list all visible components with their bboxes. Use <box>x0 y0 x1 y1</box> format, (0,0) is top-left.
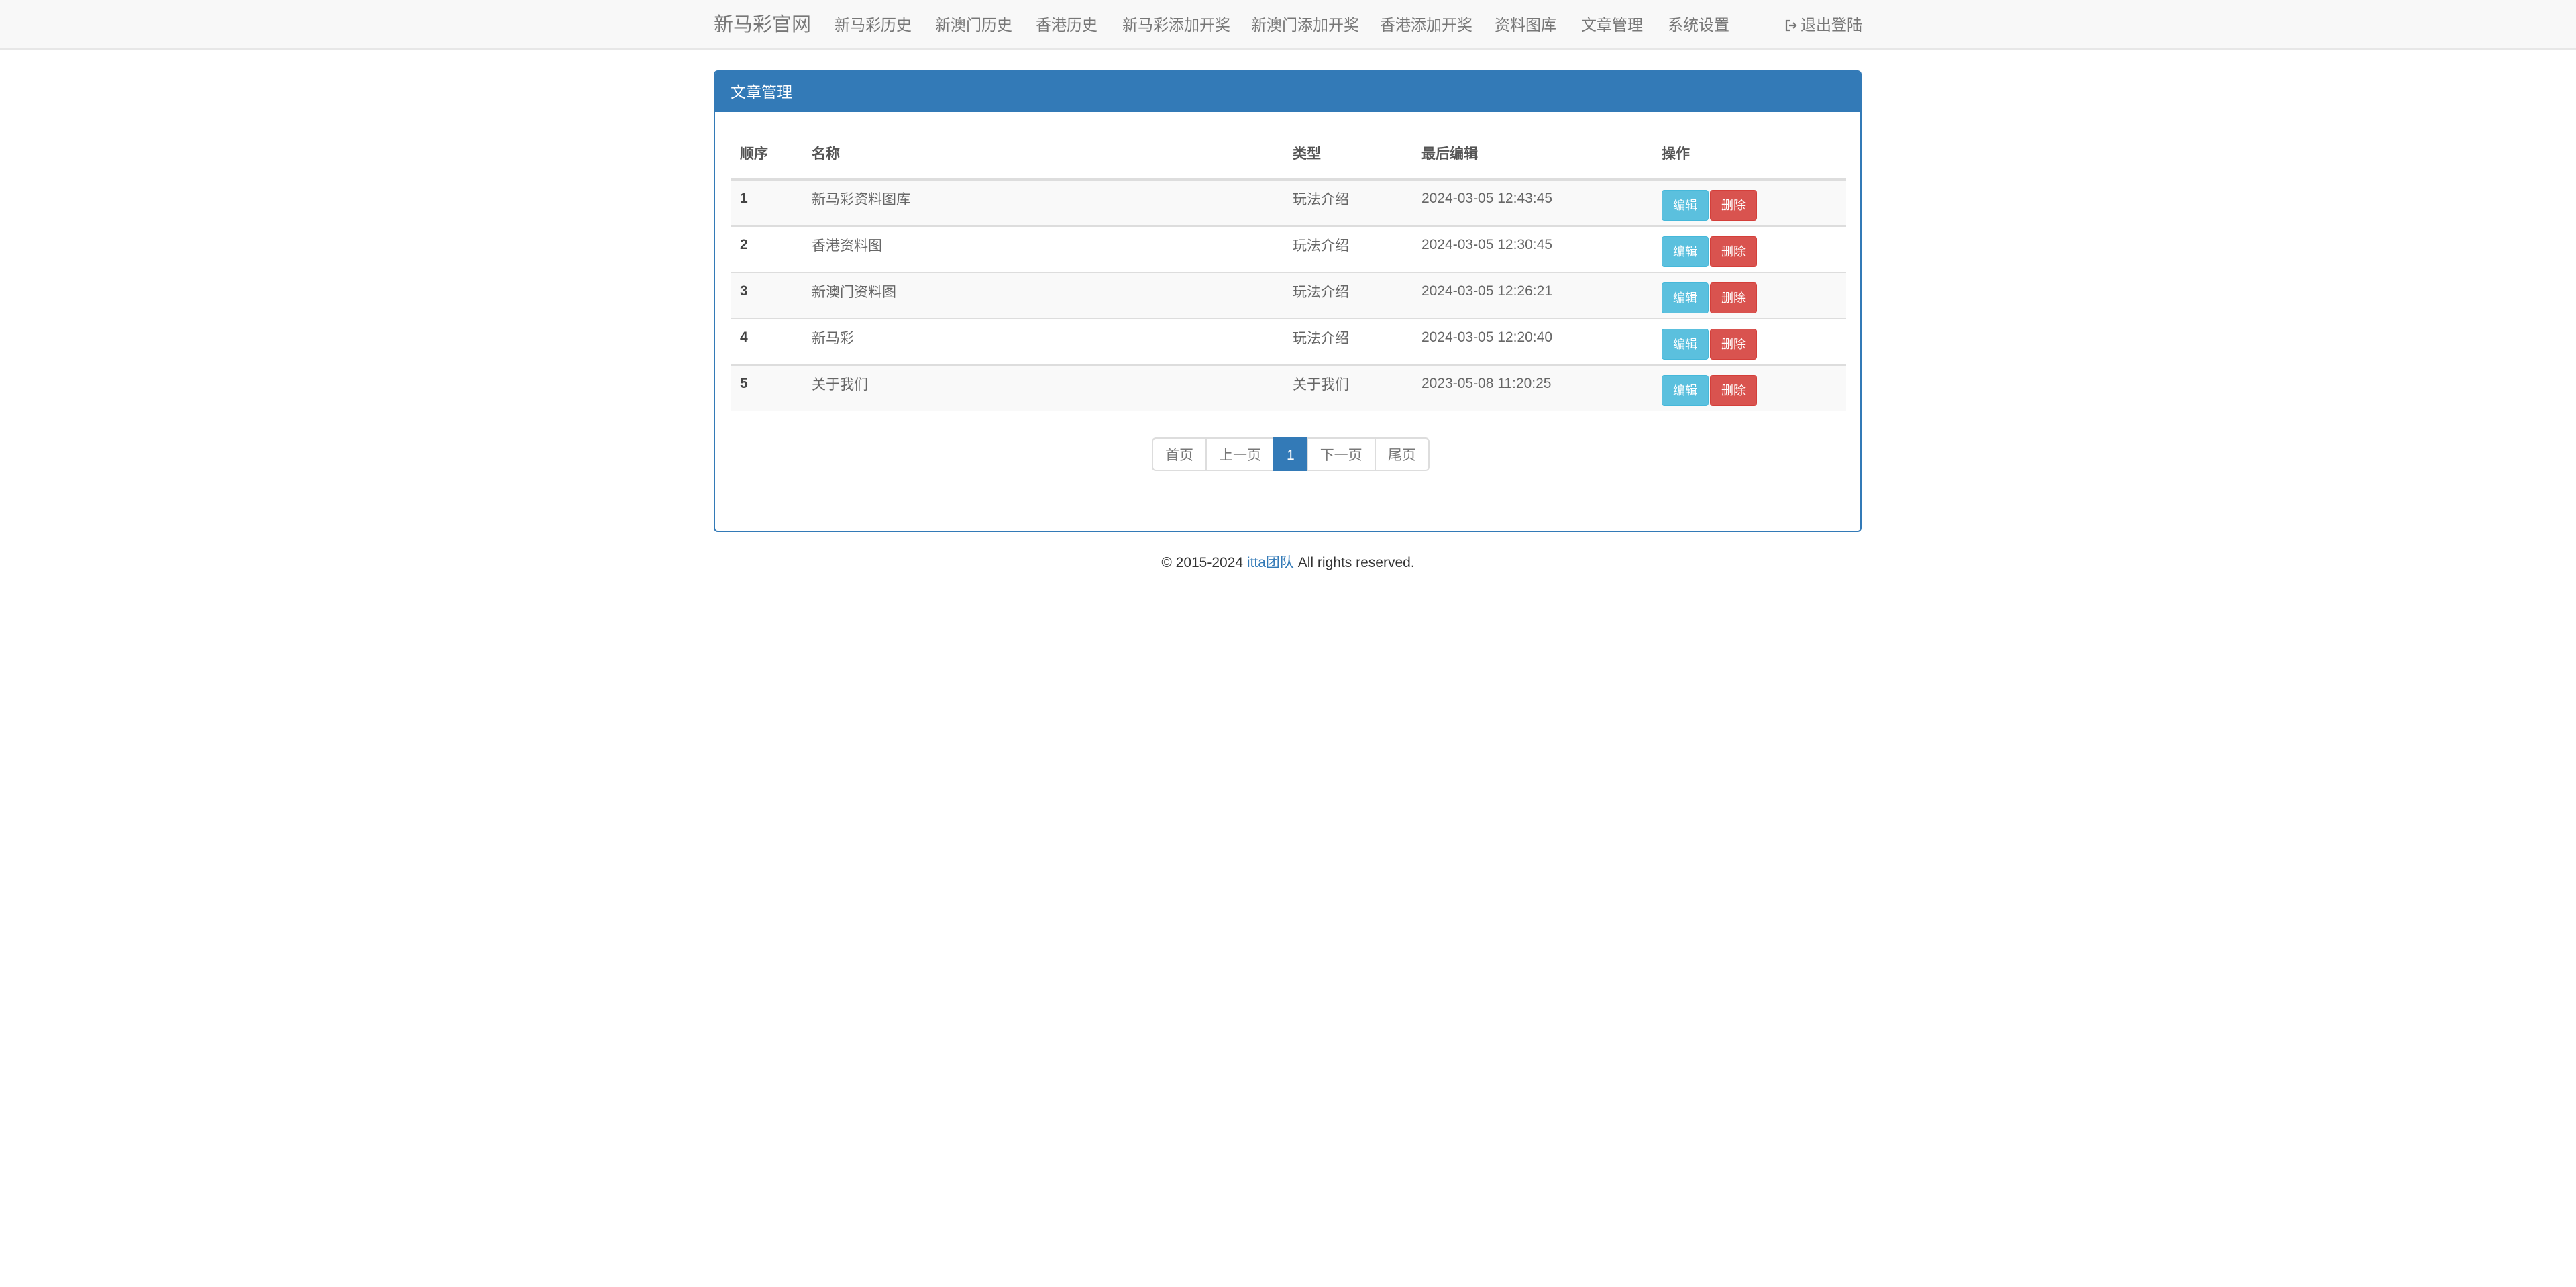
row-order: 4 <box>731 318 802 365</box>
table-row: 3 新澳门资料图 玩法介绍 2024-03-05 12:26:21 编辑 删除 <box>731 272 1846 319</box>
row-name: 新马彩 <box>802 318 1283 365</box>
row-last-edited: 2024-03-05 12:30:45 <box>1412 225 1652 272</box>
pagination-last[interactable]: 尾页 <box>1374 437 1430 471</box>
edit-button[interactable]: 编辑 <box>1662 282 1709 313</box>
row-last-edited: 2024-03-05 12:43:45 <box>1412 179 1652 226</box>
pagination: 首页 上一页 1 下一页 尾页 <box>1152 437 1430 471</box>
delete-button[interactable]: 删除 <box>1710 328 1757 360</box>
table-row: 5 关于我们 关于我们 2023-05-08 11:20:25 编辑 删除 <box>731 364 1846 411</box>
row-order: 5 <box>731 364 802 411</box>
row-actions: 编辑 删除 <box>1652 272 1846 319</box>
nav-link-xmc-add-draw[interactable]: 新马彩添加开奖 <box>1122 0 1230 50</box>
column-header-order: 顺序 <box>731 127 802 181</box>
edit-button[interactable]: 编辑 <box>1662 328 1709 360</box>
row-name: 关于我们 <box>802 364 1283 411</box>
row-type: 玩法介绍 <box>1283 179 1412 226</box>
delete-button[interactable]: 删除 <box>1710 236 1757 267</box>
nav-link-macau-add-draw[interactable]: 新澳门添加开奖 <box>1251 0 1359 50</box>
row-type: 玩法介绍 <box>1283 225 1412 272</box>
row-type: 玩法介绍 <box>1283 272 1412 319</box>
footer-team-link[interactable]: itta团队 <box>1247 555 1294 570</box>
nav-link-hk-add-draw[interactable]: 香港添加开奖 <box>1380 0 1472 50</box>
table-row: 4 新马彩 玩法介绍 2024-03-05 12:20:40 编辑 删除 <box>731 318 1846 365</box>
column-header-actions: 操作 <box>1652 127 1846 181</box>
nav-link-gallery[interactable]: 资料图库 <box>1495 0 1556 50</box>
row-actions: 编辑 删除 <box>1652 225 1846 272</box>
row-name: 新澳门资料图 <box>802 272 1283 319</box>
row-order: 2 <box>731 225 802 272</box>
row-order: 1 <box>731 179 802 226</box>
row-type: 玩法介绍 <box>1283 318 1412 365</box>
row-actions: 编辑 删除 <box>1652 179 1846 226</box>
row-name: 新马彩资料图库 <box>802 179 1283 226</box>
table-header-row: 顺序 名称 类型 最后编辑 操作 <box>731 127 1846 181</box>
row-order: 3 <box>731 272 802 319</box>
row-last-edited: 2023-05-08 11:20:25 <box>1412 364 1652 411</box>
footer-copyright: © 2015-2024 <box>1161 555 1247 570</box>
article-table: 顺序 名称 类型 最后编辑 操作 1 新马彩资料图库 玩法介绍 2024-03-… <box>731 127 1846 411</box>
logout-link[interactable]: 退出登陆 <box>1784 0 1862 50</box>
row-last-edited: 2024-03-05 12:26:21 <box>1412 272 1652 319</box>
logout-icon <box>1785 19 1797 32</box>
pagination-page-current[interactable]: 1 <box>1273 437 1308 471</box>
delete-button[interactable]: 删除 <box>1710 282 1757 313</box>
pagination-first[interactable]: 首页 <box>1152 437 1207 471</box>
pagination-prev[interactable]: 上一页 <box>1205 437 1275 471</box>
nav-link-article-management[interactable]: 文章管理 <box>1581 0 1643 50</box>
column-header-type: 类型 <box>1283 127 1412 181</box>
delete-button[interactable]: 删除 <box>1710 190 1757 221</box>
nav-link-xmc-history[interactable]: 新马彩历史 <box>835 0 912 50</box>
footer: © 2015-2024 itta团队 All rights reserved. <box>0 552 2576 572</box>
row-name: 香港资料图 <box>802 225 1283 272</box>
column-header-name: 名称 <box>802 127 1283 181</box>
edit-button[interactable]: 编辑 <box>1662 375 1709 406</box>
pagination-next[interactable]: 下一页 <box>1306 437 1376 471</box>
logout-label: 退出登陆 <box>1801 16 1862 34</box>
panel-title: 文章管理 <box>715 72 1860 112</box>
row-actions: 编辑 删除 <box>1652 318 1846 365</box>
edit-button[interactable]: 编辑 <box>1662 190 1709 221</box>
table-row: 2 香港资料图 玩法介绍 2024-03-05 12:30:45 编辑 删除 <box>731 225 1846 272</box>
row-actions: 编辑 删除 <box>1652 364 1846 411</box>
nav-link-hk-history[interactable]: 香港历史 <box>1036 0 1097 50</box>
brand-link[interactable]: 新马彩官网 <box>714 0 811 50</box>
footer-rights: All rights reserved. <box>1293 555 1415 570</box>
nav-link-system-settings[interactable]: 系统设置 <box>1668 0 1729 50</box>
delete-button[interactable]: 删除 <box>1710 375 1757 406</box>
column-header-last-edited: 最后编辑 <box>1412 127 1652 181</box>
row-type: 关于我们 <box>1283 364 1412 411</box>
row-last-edited: 2024-03-05 12:20:40 <box>1412 318 1652 365</box>
article-panel: 文章管理 顺序 名称 类型 最后编辑 操作 1 新马彩资料图库 玩法介绍 202… <box>714 70 1862 532</box>
top-navbar: 新马彩官网 新马彩历史 新澳门历史 香港历史 新马彩添加开奖 新澳门添加开奖 香… <box>0 0 2576 50</box>
edit-button[interactable]: 编辑 <box>1662 236 1709 267</box>
nav-link-macau-history[interactable]: 新澳门历史 <box>935 0 1012 50</box>
table-row: 1 新马彩资料图库 玩法介绍 2024-03-05 12:43:45 编辑 删除 <box>731 179 1846 226</box>
